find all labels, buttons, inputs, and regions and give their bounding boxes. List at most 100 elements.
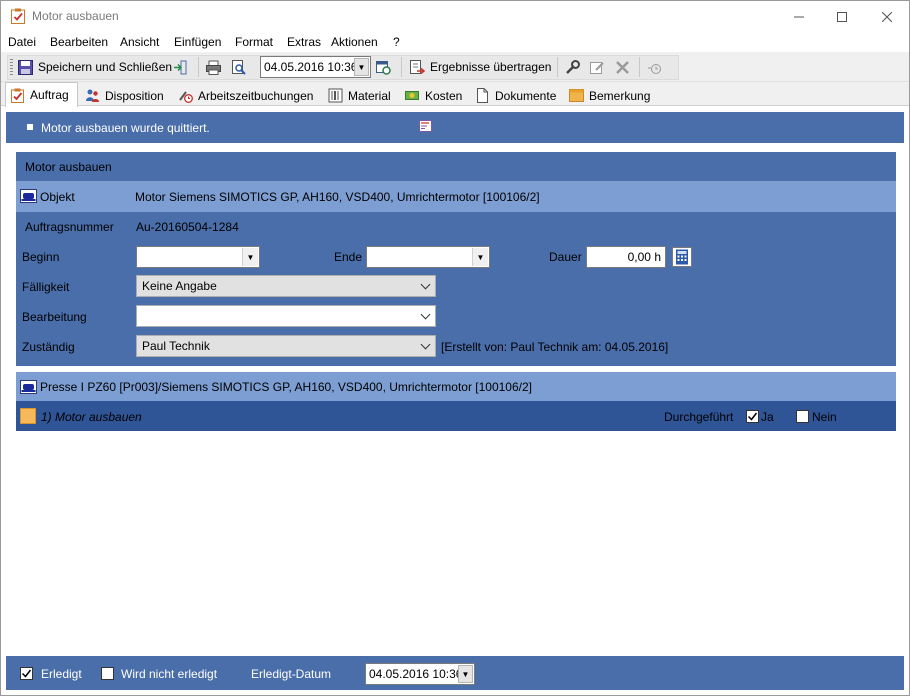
dauer-value: 0,00 h (627, 250, 661, 264)
erledigt-datum-picker[interactable]: 04.05.2016 10:36 ▼ (365, 663, 475, 685)
chevron-down-icon (420, 309, 431, 320)
done-no-checkbox[interactable] (796, 410, 809, 423)
tab-disposition-label: Disposition (105, 88, 164, 103)
datum-dropdown-arrow[interactable]: ▼ (458, 665, 473, 683)
menu-bearbeiten[interactable]: Bearbeiten (50, 35, 108, 49)
beginn-dropdown-arrow[interactable]: ▼ (242, 248, 258, 266)
checkmark-icon (747, 412, 758, 421)
ende-label: Ende (334, 250, 363, 264)
objekt-value[interactable]: Motor Siemens SIMOTICS GP, AH160, VSD400… (135, 190, 540, 204)
erledigt-label: Erledigt (41, 667, 82, 681)
bearbeitung-select[interactable] (136, 305, 436, 327)
print-button[interactable] (206, 56, 226, 78)
print-preview-button[interactable] (231, 56, 251, 78)
toolbar-datetime-picker[interactable]: 04.05.2016 10:36 ▼ (260, 56, 371, 78)
tab-disposition[interactable]: Disposition (81, 85, 164, 106)
save-close-button[interactable]: Speichern und Schließen (18, 56, 172, 78)
menu-einfuegen[interactable]: Einfügen (174, 35, 221, 49)
footer-bar: Erledigt Wird nicht erledigt Erledigt-Da… (6, 656, 904, 690)
order-app-icon (11, 8, 25, 24)
menu-help[interactable]: ? (393, 35, 400, 49)
minimize-icon (793, 16, 804, 17)
tab-arbeitszeitbuchungen-label: Arbeitszeitbuchungen (198, 88, 314, 103)
close-window-button[interactable] (864, 1, 909, 32)
transfer-results-label: Ergebnisse übertragen (430, 60, 552, 74)
status-bullet-icon (27, 124, 33, 130)
title-bar: Motor ausbauen (1, 1, 909, 32)
beginn-date-field[interactable]: ▼ (136, 246, 260, 268)
done-label: Durchgeführt (664, 410, 734, 424)
order-header: Motor ausbauen (16, 152, 896, 181)
time-booking-icon (179, 91, 193, 103)
ende-dropdown-arrow[interactable]: ▼ (472, 248, 488, 266)
edit-report-button[interactable] (590, 56, 610, 78)
tab-material[interactable]: Material (324, 85, 391, 106)
tab-auftrag[interactable]: Auftrag (5, 82, 78, 107)
delete-button[interactable] (615, 56, 635, 78)
exit-button[interactable] (173, 56, 193, 78)
tab-bemerkung[interactable]: Bemerkung (565, 85, 650, 106)
not-done-label: Wird nicht erledigt (121, 667, 218, 681)
ende-date-field[interactable]: ▼ (366, 246, 490, 268)
tab-dokumente-label: Dokumente (495, 88, 557, 103)
not-done-checkbox[interactable] (101, 667, 114, 680)
zustaendig-label: Zuständig (22, 340, 75, 354)
maximize-button[interactable] (819, 1, 864, 32)
schedule-button[interactable] (647, 56, 667, 78)
auftragsnummer-value: Au-20160504-1284 (136, 220, 239, 234)
tab-kosten-label: Kosten (425, 88, 463, 103)
menu-extras[interactable]: Extras (287, 35, 321, 49)
delete-x-icon (616, 60, 629, 74)
transfer-results-button[interactable]: Ergebnisse übertragen (410, 56, 551, 78)
tab-dokumente[interactable]: Dokumente (471, 85, 556, 106)
flag-icon[interactable] (419, 120, 432, 132)
dauer-label: Dauer (549, 250, 582, 264)
zustaendig-value: Paul Technik (142, 339, 210, 353)
done-yes-label: Ja (761, 410, 774, 424)
save-close-label: Speichern und Schließen (38, 60, 173, 74)
exit-door-icon (174, 60, 187, 74)
calculator-icon[interactable] (672, 247, 692, 267)
task-icon (20, 408, 36, 424)
save-icon (18, 59, 33, 75)
chevron-down-icon (420, 279, 431, 290)
transfer-results-icon (410, 59, 425, 74)
faelligkeit-label: Fälligkeit (22, 280, 70, 294)
toolbar-separator (639, 57, 640, 77)
money-icon (405, 91, 419, 100)
note-icon (569, 89, 584, 102)
menu-aktionen[interactable]: Aktionen (331, 35, 378, 49)
edit-document-icon (590, 61, 604, 74)
asset-path[interactable]: Presse I PZ60 [Pr003]/Siemens SIMOTICS G… (40, 380, 532, 394)
objekt-row: Objekt Motor Siemens SIMOTICS GP, AH160,… (16, 181, 896, 212)
refresh-date-button[interactable] (376, 56, 396, 78)
faelligkeit-select[interactable]: Keine Angabe (136, 275, 436, 297)
toolbar-separator (198, 57, 199, 77)
menu-format[interactable]: Format (235, 35, 273, 49)
datetime-dropdown-arrow[interactable]: ▼ (354, 58, 369, 76)
clock-icon (648, 63, 661, 74)
asset-row: Presse I PZ60 [Pr003]/Siemens SIMOTICS G… (16, 372, 896, 401)
tab-arbeitszeitbuchungen[interactable]: Arbeitszeitbuchungen (174, 85, 313, 106)
tools-button[interactable] (565, 56, 585, 78)
erledigt-checkbox[interactable] (20, 667, 33, 680)
erledigt-datum-value: 04.05.2016 10:36 (369, 667, 463, 681)
bearbeitung-label: Bearbeitung (22, 310, 87, 324)
objekt-label: Objekt (40, 190, 75, 204)
window: Motor ausbauen Datei Bearbeiten Ansicht … (0, 0, 910, 696)
dauer-field[interactable]: 0,00 h (586, 246, 666, 268)
toolbar-separator (401, 57, 402, 77)
menu-datei[interactable]: Datei (8, 35, 36, 49)
minimize-button[interactable] (776, 1, 821, 32)
erledigt-datum-label: Erledigt-Datum (251, 667, 332, 681)
machine-icon (20, 380, 37, 394)
tab-kosten[interactable]: Kosten (401, 85, 462, 106)
done-yes-checkbox[interactable] (746, 410, 759, 423)
close-icon (881, 11, 892, 22)
toolbar-grip[interactable] (10, 59, 13, 77)
status-bar: Motor ausbauen wurde quittiert. (6, 112, 904, 143)
zustaendig-select[interactable]: Paul Technik (136, 335, 436, 357)
people-icon (86, 89, 99, 102)
menu-ansicht[interactable]: Ansicht (120, 35, 159, 49)
done-no-label: Nein (812, 410, 837, 424)
